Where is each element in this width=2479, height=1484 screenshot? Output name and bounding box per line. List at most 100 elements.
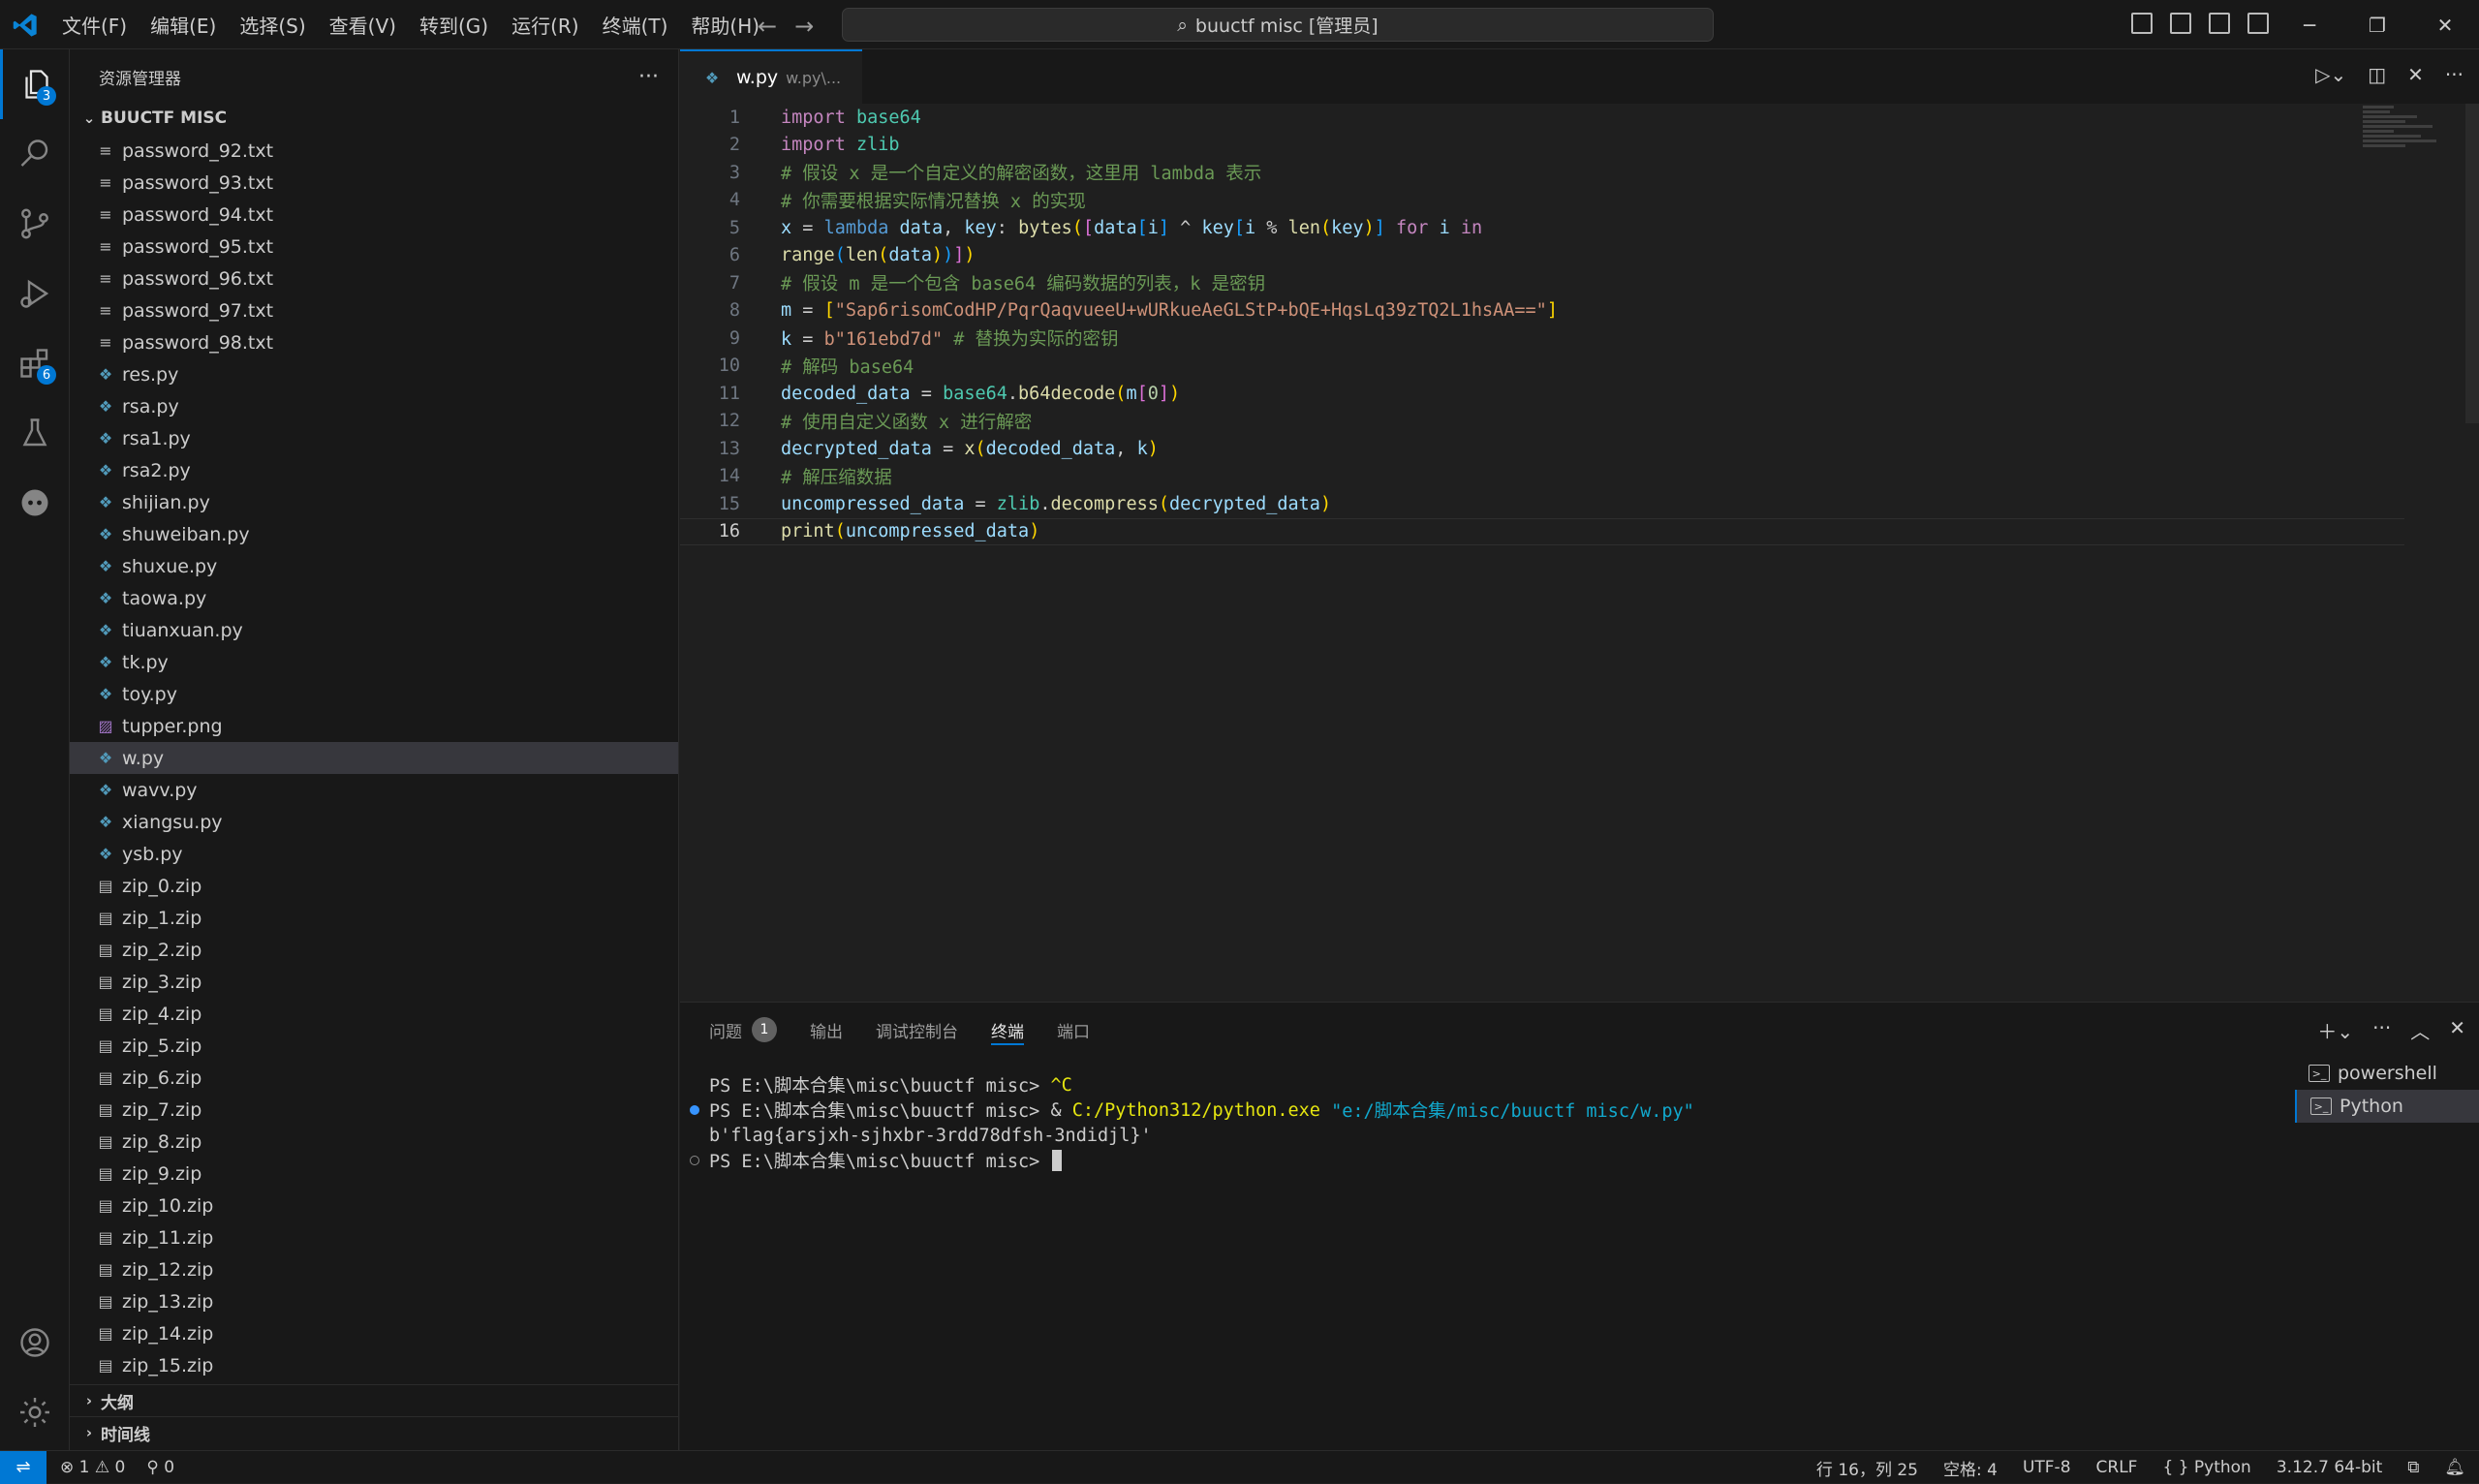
file-item[interactable]: ❖ res.py xyxy=(70,358,678,390)
file-item[interactable]: ❖ rsa2.py xyxy=(70,454,678,486)
menu-item[interactable]: 转到(G) xyxy=(408,11,500,39)
file-item[interactable]: ▤ zip_2.zip xyxy=(70,934,678,966)
file-item[interactable]: ❖ rsa.py xyxy=(70,390,678,422)
terminal-instance[interactable]: >_ Python xyxy=(2295,1090,2479,1123)
file-item[interactable]: ▤ zip_8.zip xyxy=(70,1126,678,1158)
file-item[interactable]: ≡ password_95.txt xyxy=(70,231,678,263)
file-item[interactable]: ▤ zip_15.zip xyxy=(70,1349,678,1381)
maximize-panel-icon[interactable]: ︿ xyxy=(2410,1016,2430,1044)
notifications-bell-icon[interactable]: 🔔︎ xyxy=(2444,1458,2465,1477)
file-item[interactable]: ▤ zip_0.zip xyxy=(70,870,678,902)
file-item[interactable]: ❖ tk.py xyxy=(70,646,678,678)
editor-scrollbar[interactable] xyxy=(2465,104,2479,423)
run-python-file-icon[interactable]: ▷⌄ xyxy=(2315,63,2346,86)
file-item[interactable]: ▤ zip_7.zip xyxy=(70,1094,678,1126)
file-item[interactable]: ▤ zip_5.zip xyxy=(70,1030,678,1062)
file-item[interactable]: ▤ zip_12.zip xyxy=(70,1253,678,1285)
panel-tab[interactable]: 端口 xyxy=(1057,1003,1090,1057)
menu-item[interactable]: 查看(V) xyxy=(318,11,408,39)
panel-tab[interactable]: 输出 xyxy=(810,1003,843,1057)
toggle-panel-icon[interactable] xyxy=(2170,13,2191,34)
menu-item[interactable]: 终端(T) xyxy=(591,11,680,39)
panel-tab[interactable]: 终端 xyxy=(991,1003,1024,1057)
terminal-output[interactable]: PS E:\脚本合集\misc\buuctf misc> ^C PS E:\脚本合… xyxy=(680,1072,2283,1440)
toggle-secondary-sidebar-icon[interactable] xyxy=(2209,13,2230,34)
code-editor[interactable]: 1 import base64 2 import zlib 3 # 假设 x 是一个自定义… xyxy=(680,104,2404,545)
language-mode[interactable]: { } Python xyxy=(2162,1458,2250,1477)
file-item[interactable]: ▤ zip_10.zip xyxy=(70,1190,678,1221)
panel-tab[interactable]: 调试控制台 xyxy=(876,1003,958,1057)
menu-item[interactable]: 文件(F) xyxy=(50,11,139,39)
python-interpreter[interactable]: 3.12.7 64-bit xyxy=(2277,1458,2382,1477)
problems-status[interactable]: ⊗ 1 ⚠ 0 xyxy=(60,1458,125,1477)
file-item[interactable]: ≡ password_98.txt xyxy=(70,326,678,358)
menu-item[interactable]: 运行(R) xyxy=(500,11,591,39)
layout-icon[interactable]: ⧉ xyxy=(2407,1458,2419,1477)
command-decoration-icon[interactable] xyxy=(680,1105,709,1115)
folder-header[interactable]: ⌄ BUUCTF MISC xyxy=(70,104,678,133)
file-item[interactable]: ❖ toy.py xyxy=(70,678,678,710)
tab-w-py[interactable]: ❖ w.py w.py\... xyxy=(680,49,863,104)
file-item[interactable]: ▨ tupper.png xyxy=(70,710,678,742)
close-panel-icon[interactable]: ✕ xyxy=(2449,1016,2465,1044)
file-item[interactable]: ≡ password_94.txt xyxy=(70,199,678,231)
file-item[interactable]: ❖ tiuanxuan.py xyxy=(70,614,678,646)
close-window-icon[interactable]: ✕ xyxy=(2411,0,2479,49)
indentation[interactable]: 空格: 4 xyxy=(1943,1456,1998,1480)
customize-layout-icon[interactable] xyxy=(2247,13,2269,34)
file-item[interactable]: ≡ password_97.txt xyxy=(70,294,678,326)
file-item[interactable]: ❖ wavv.py xyxy=(70,774,678,806)
file-item[interactable]: ▤ zip_3.zip xyxy=(70,966,678,998)
more-actions-icon[interactable]: ··· xyxy=(2445,63,2464,86)
testing-activity[interactable] xyxy=(0,398,70,468)
source-control-activity[interactable] xyxy=(0,189,70,259)
explorer-activity[interactable]: 3 xyxy=(0,49,70,119)
file-item[interactable]: ▤ zip_9.zip xyxy=(70,1158,678,1190)
more-actions-icon[interactable]: ··· xyxy=(638,65,659,89)
forward-arrow-icon[interactable]: → xyxy=(794,13,814,40)
restore-icon[interactable]: ❐ xyxy=(2343,0,2411,49)
minimap[interactable] xyxy=(2363,104,2440,171)
file-item[interactable]: ❖ shuweiban.py xyxy=(70,518,678,550)
ports-status[interactable]: ⚲ 0 xyxy=(146,1458,174,1477)
remote-explorer-activity[interactable] xyxy=(0,468,70,538)
file-item[interactable]: ❖ shuxue.py xyxy=(70,550,678,582)
new-terminal-icon[interactable]: ＋⌄ xyxy=(2317,1016,2353,1044)
menu-item[interactable]: 选择(S) xyxy=(228,11,317,39)
file-item[interactable]: ▤ zip_13.zip xyxy=(70,1285,678,1317)
outline-section[interactable]: › 大纲 xyxy=(70,1384,678,1416)
file-item[interactable]: ≡ password_96.txt xyxy=(70,263,678,294)
manage-activity[interactable] xyxy=(0,1377,70,1447)
file-item[interactable]: ▤ zip_6.zip xyxy=(70,1062,678,1094)
file-item[interactable]: ❖ w.py xyxy=(70,742,678,774)
close-editor-icon[interactable]: ✕ xyxy=(2407,63,2424,86)
file-item[interactable]: ❖ xiangsu.py xyxy=(70,806,678,838)
encoding[interactable]: UTF-8 xyxy=(2023,1458,2071,1477)
command-center-search[interactable]: ⌕ buuctf misc [管理员] xyxy=(842,8,1714,42)
minimize-icon[interactable]: ─ xyxy=(2276,0,2343,49)
file-item[interactable]: ❖ shijian.py xyxy=(70,486,678,518)
file-item[interactable]: ≡ password_92.txt xyxy=(70,135,678,167)
back-arrow-icon[interactable]: ← xyxy=(758,13,777,40)
cursor-position[interactable]: 行 16，列 25 xyxy=(1816,1456,1918,1480)
remote-indicator-icon[interactable]: ⇌ xyxy=(0,1450,46,1484)
file-item[interactable]: ▤ zip_4.zip xyxy=(70,998,678,1030)
menu-item[interactable]: 编辑(E) xyxy=(139,11,228,39)
command-decoration-icon[interactable] xyxy=(680,1156,709,1165)
extensions-activity[interactable]: 6 xyxy=(0,328,70,398)
search-activity[interactable] xyxy=(0,119,70,189)
file-item[interactable]: ▤ zip_1.zip xyxy=(70,902,678,934)
run-debug-activity[interactable] xyxy=(0,259,70,328)
end-of-line[interactable]: CRLF xyxy=(2096,1458,2138,1477)
split-editor-icon[interactable]: ◫ xyxy=(2368,63,2386,86)
toggle-primary-sidebar-icon[interactable] xyxy=(2131,13,2153,34)
file-item[interactable]: ▤ zip_11.zip xyxy=(70,1221,678,1253)
timeline-section[interactable]: › 时间线 xyxy=(70,1416,678,1448)
panel-tab[interactable]: 问题 1 xyxy=(709,1003,777,1057)
more-actions-icon[interactable]: ··· xyxy=(2372,1016,2391,1044)
file-item[interactable]: ❖ taowa.py xyxy=(70,582,678,614)
file-item[interactable]: ❖ ysb.py xyxy=(70,838,678,870)
file-item[interactable]: ❖ rsa1.py xyxy=(70,422,678,454)
file-item[interactable]: ▤ zip_14.zip xyxy=(70,1317,678,1349)
file-item[interactable]: ≡ password_93.txt xyxy=(70,167,678,199)
